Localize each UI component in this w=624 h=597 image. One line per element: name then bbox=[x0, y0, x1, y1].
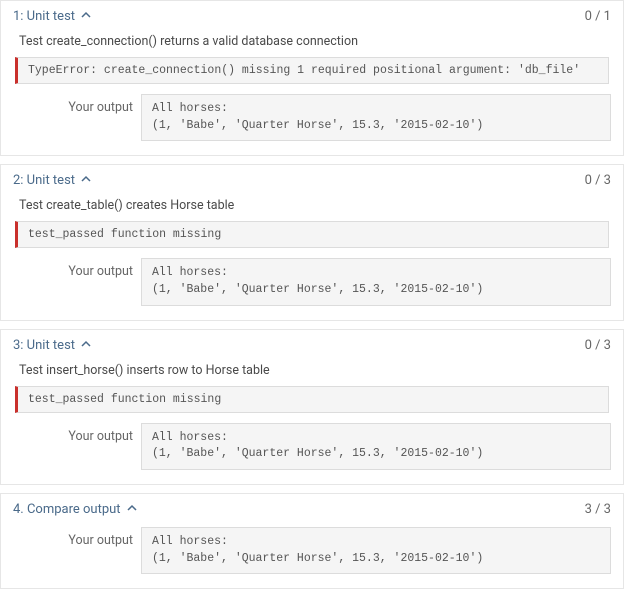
chevron-up-icon bbox=[81, 9, 91, 24]
error-box: TypeError: create_connection() missing 1… bbox=[15, 57, 609, 84]
test-panel: 2: Unit test 0 / 3 Test create_table() cre… bbox=[0, 164, 624, 320]
test-panel: 4. Compare output 3 / 3 Your output All hor… bbox=[0, 493, 624, 589]
panel-body: Test insert_horse() inserts row to Horse… bbox=[1, 357, 623, 484]
panel-title-text: 2: Unit test bbox=[13, 173, 75, 188]
test-description: Test create_connection() returns a valid… bbox=[19, 34, 611, 49]
panel-header: 4. Compare output 3 / 3 bbox=[1, 494, 623, 521]
score-text: 0 / 3 bbox=[585, 173, 611, 188]
panel-header: 1: Unit test 0 / 1 bbox=[1, 1, 623, 28]
chevron-up-icon bbox=[81, 173, 91, 188]
test-description: Test create_table() creates Horse table bbox=[19, 198, 611, 213]
panel-title-toggle[interactable]: 4. Compare output bbox=[13, 502, 137, 517]
output-box: All horses: (1, 'Babe', 'Quarter Horse',… bbox=[141, 527, 611, 574]
panel-body: Test create_table() creates Horse table t… bbox=[1, 192, 623, 319]
panel-title-toggle[interactable]: 1: Unit test bbox=[13, 9, 91, 24]
panel-title-toggle[interactable]: 3: Unit test bbox=[13, 338, 91, 353]
output-box: All horses: (1, 'Babe', 'Quarter Horse',… bbox=[141, 258, 611, 305]
error-box: test_passed function missing bbox=[15, 386, 609, 413]
panel-body: Test create_connection() returns a valid… bbox=[1, 28, 623, 155]
panel-body: Your output All horses: (1, 'Babe', 'Quar… bbox=[1, 521, 623, 588]
test-description: Test insert_horse() inserts row to Horse… bbox=[19, 363, 611, 378]
chevron-up-icon bbox=[127, 502, 137, 517]
panel-title-text: 3: Unit test bbox=[13, 338, 75, 353]
output-row: Your output All horses: (1, 'Babe', 'Quar… bbox=[53, 94, 611, 141]
test-panel: 3: Unit test 0 / 3 Test insert_horse() ins… bbox=[0, 329, 624, 485]
error-box: test_passed function missing bbox=[15, 221, 609, 248]
output-label: Your output bbox=[53, 258, 133, 279]
panel-title-text: 1: Unit test bbox=[13, 9, 75, 24]
output-row: Your output All horses: (1, 'Babe', 'Quar… bbox=[53, 258, 611, 305]
output-row: Your output All horses: (1, 'Babe', 'Quar… bbox=[53, 423, 611, 470]
output-label: Your output bbox=[53, 423, 133, 444]
panel-header: 3: Unit test 0 / 3 bbox=[1, 330, 623, 357]
panel-header: 2: Unit test 0 / 3 bbox=[1, 165, 623, 192]
score-text: 3 / 3 bbox=[585, 502, 611, 517]
test-panel: 1: Unit test 0 / 1 Test create_connection(… bbox=[0, 0, 624, 156]
output-row: Your output All horses: (1, 'Babe', 'Quar… bbox=[53, 527, 611, 574]
chevron-up-icon bbox=[81, 338, 91, 353]
output-label: Your output bbox=[53, 527, 133, 548]
panel-title-toggle[interactable]: 2: Unit test bbox=[13, 173, 91, 188]
output-label: Your output bbox=[53, 94, 133, 115]
score-text: 0 / 3 bbox=[585, 338, 611, 353]
output-box: All horses: (1, 'Babe', 'Quarter Horse',… bbox=[141, 94, 611, 141]
score-text: 0 / 1 bbox=[585, 9, 611, 24]
panel-title-text: 4. Compare output bbox=[13, 502, 121, 517]
output-box: All horses: (1, 'Babe', 'Quarter Horse',… bbox=[141, 423, 611, 470]
